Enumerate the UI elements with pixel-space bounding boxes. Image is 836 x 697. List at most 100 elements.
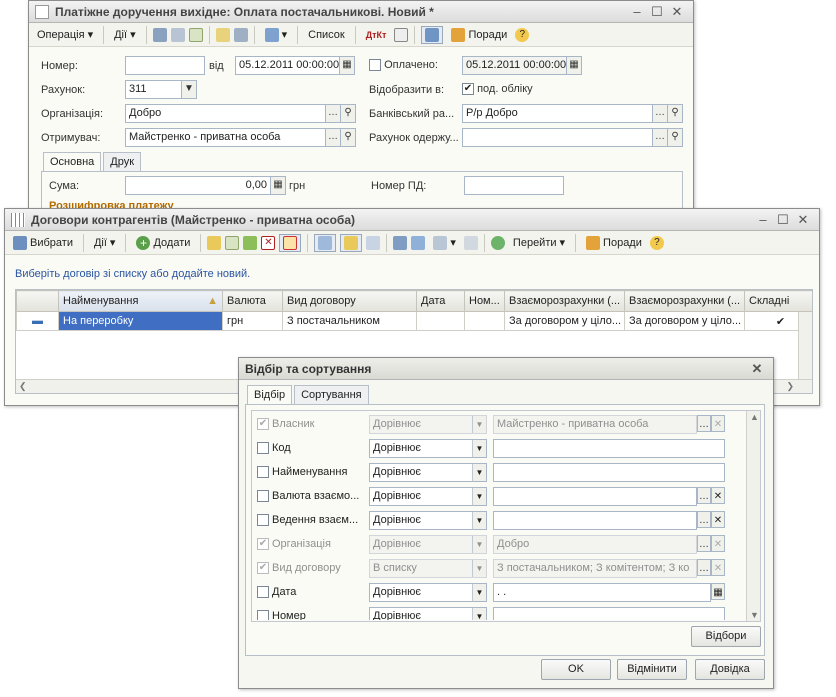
table-cell[interactable]: На переробку xyxy=(58,311,223,331)
column-header[interactable]: Складні xyxy=(744,290,812,312)
dropdown-arrow-icon[interactable]: ▼ xyxy=(472,488,486,505)
clear-icon[interactable]: ✕ xyxy=(711,415,725,432)
comparison-select[interactable]: В списку ▼ xyxy=(369,559,487,578)
filter-checkbox[interactable]: Найменування xyxy=(257,466,365,479)
calculator-icon[interactable]: ▦ xyxy=(270,176,286,195)
refresh-icon[interactable] xyxy=(490,235,505,250)
org-field[interactable]: Добро xyxy=(125,104,327,123)
calendar-icon[interactable]: ▦ xyxy=(339,56,355,75)
actions-menu[interactable]: Дії ▾ xyxy=(110,26,139,43)
select-button-icon[interactable]: … xyxy=(697,415,711,432)
filter-checkbox[interactable]: Код xyxy=(257,442,365,455)
filter-checkbox[interactable]: Номер xyxy=(257,610,365,620)
number-field[interactable] xyxy=(125,56,205,75)
checkbox-icon[interactable] xyxy=(257,442,269,455)
checkbox-icon[interactable] xyxy=(257,610,269,620)
filter-value-field[interactable] xyxy=(493,463,725,482)
filter-value-field[interactable]: З постачальником; З комітентом; З ко xyxy=(493,559,697,578)
paid-date-field[interactable]: 05.12.2011 00:00:00 xyxy=(462,56,568,75)
table-cell[interactable]: За договором у ціло... xyxy=(504,311,625,331)
bank-search-icon[interactable]: ⚲ xyxy=(667,104,683,123)
account-dropdown[interactable]: ▼ xyxy=(181,80,197,99)
select-button-icon[interactable]: … xyxy=(697,487,711,504)
dropdown-arrow-icon[interactable]: ▼ xyxy=(472,608,486,620)
filter-value-field[interactable] xyxy=(493,511,697,530)
checkbox-icon[interactable] xyxy=(257,586,269,599)
filter-checkbox[interactable]: ✔ Організація xyxy=(257,538,365,551)
dropdown-arrow-icon[interactable]: ▼ xyxy=(472,416,486,433)
select-button-icon[interactable]: … xyxy=(697,511,711,528)
print-icon[interactable] xyxy=(233,27,248,42)
help-icon[interactable]: ? xyxy=(649,235,664,250)
go-to-menu[interactable]: ▾ xyxy=(261,26,292,44)
select-button-icon[interactable]: … xyxy=(697,559,711,576)
filter-value-menu[interactable]: ▾ xyxy=(429,234,460,252)
tax-number-field[interactable] xyxy=(464,176,564,195)
org-search-icon[interactable]: ⚲ xyxy=(340,104,356,123)
report-icon[interactable] xyxy=(394,27,409,42)
delete-icon[interactable]: ✕ xyxy=(261,235,276,250)
structure-icon[interactable] xyxy=(421,25,444,44)
column-header[interactable]: Взаєморозрахунки (... xyxy=(504,290,625,312)
date-field[interactable]: 05.12.2011 00:00:00 xyxy=(235,56,343,75)
actions-menu[interactable]: Дії ▾ xyxy=(90,234,119,251)
table-cell[interactable] xyxy=(416,311,465,331)
close-icon[interactable]: ✕ xyxy=(793,212,813,228)
select-button-icon[interactable]: … xyxy=(697,535,711,552)
account-field[interactable]: 311 xyxy=(125,80,183,99)
minimize-icon[interactable]: – xyxy=(627,4,647,19)
dropdown-arrow-icon[interactable]: ▼ xyxy=(472,464,486,481)
table-cell[interactable]: грн xyxy=(222,311,283,331)
tips-button[interactable]: Поради xyxy=(582,234,646,252)
paid-checkbox[interactable]: Оплачено: xyxy=(369,59,438,72)
dropdown-arrow-icon[interactable]: ▼ xyxy=(472,440,486,457)
select-button[interactable]: Вибрати xyxy=(9,234,77,252)
comparison-select[interactable]: Дорівнює ▼ xyxy=(369,463,487,482)
minimize-icon[interactable]: – xyxy=(753,212,773,227)
comparison-select[interactable]: Дорівнює ▼ xyxy=(369,511,487,530)
maximize-icon[interactable]: ☐ xyxy=(773,212,793,228)
bank-field[interactable]: Р/р Добро xyxy=(462,104,654,123)
filter-value-field[interactable]: Добро xyxy=(493,535,697,554)
dropdown-arrow-icon[interactable]: ▼ xyxy=(472,560,486,577)
comparison-select[interactable]: Дорівнює ▼ xyxy=(369,415,487,434)
calendar-icon[interactable]: ▦ xyxy=(711,583,725,600)
comparison-select[interactable]: Дорівнює ▼ xyxy=(369,535,487,554)
column-header[interactable]: Валюта xyxy=(222,290,283,312)
recipient-account-search-icon[interactable]: ⚲ xyxy=(667,128,683,147)
scroll-right-icon[interactable]: ❯ xyxy=(786,381,794,392)
dropdown-arrow-icon[interactable]: ▼ xyxy=(472,512,486,529)
vertical-scrollbar[interactable] xyxy=(798,312,812,382)
filter-checkbox[interactable]: Валюта взаємо... xyxy=(257,490,365,503)
column-header[interactable]: Взаєморозрахунки (... xyxy=(624,290,745,312)
list-view-icon[interactable] xyxy=(314,233,337,252)
filter-checkbox[interactable]: ✔ Власник xyxy=(257,418,365,431)
recipient-account-field[interactable] xyxy=(462,128,654,147)
help-button[interactable]: Довідка xyxy=(695,659,765,680)
filter-value-field[interactable] xyxy=(493,607,725,620)
filter-value-field[interactable]: Майстренко - приватна особа xyxy=(493,415,697,434)
cancel-button[interactable]: Відмінити xyxy=(617,659,687,680)
tips-button[interactable]: Поради xyxy=(447,26,511,44)
recipient-search-icon[interactable]: ⚲ xyxy=(340,128,356,147)
checkbox-icon[interactable] xyxy=(257,490,269,503)
add-button[interactable]: + Додати xyxy=(132,234,194,252)
recipient-select-button[interactable]: … xyxy=(325,128,341,147)
column-header[interactable]: Дата xyxy=(416,290,465,312)
bank-select-button[interactable]: … xyxy=(652,104,668,123)
table-row[interactable]: ▬ На переробку грн З постачальником За д… xyxy=(16,311,812,331)
checkbox-icon[interactable]: ✔ xyxy=(257,418,269,431)
filter-settings-icon[interactable] xyxy=(393,235,408,250)
column-header[interactable]: Найменування ▲ xyxy=(58,290,223,312)
clear-icon[interactable]: ✕ xyxy=(711,559,725,576)
recipient-field[interactable]: Майстренко - приватна особа xyxy=(125,128,327,147)
dt-kt-button[interactable]: ДтКт xyxy=(362,28,391,42)
filter-checkbox[interactable]: ✔ Вид договору xyxy=(257,562,365,575)
paid-calendar-icon[interactable]: ▦ xyxy=(566,56,582,75)
filter-icon[interactable] xyxy=(411,235,426,250)
add-group-icon[interactable] xyxy=(207,235,222,250)
mark-delete-icon[interactable] xyxy=(279,233,302,252)
sum-field[interactable]: 0,00 xyxy=(125,176,271,195)
edit-icon[interactable] xyxy=(243,235,258,250)
org-select-button[interactable]: … xyxy=(325,104,341,123)
